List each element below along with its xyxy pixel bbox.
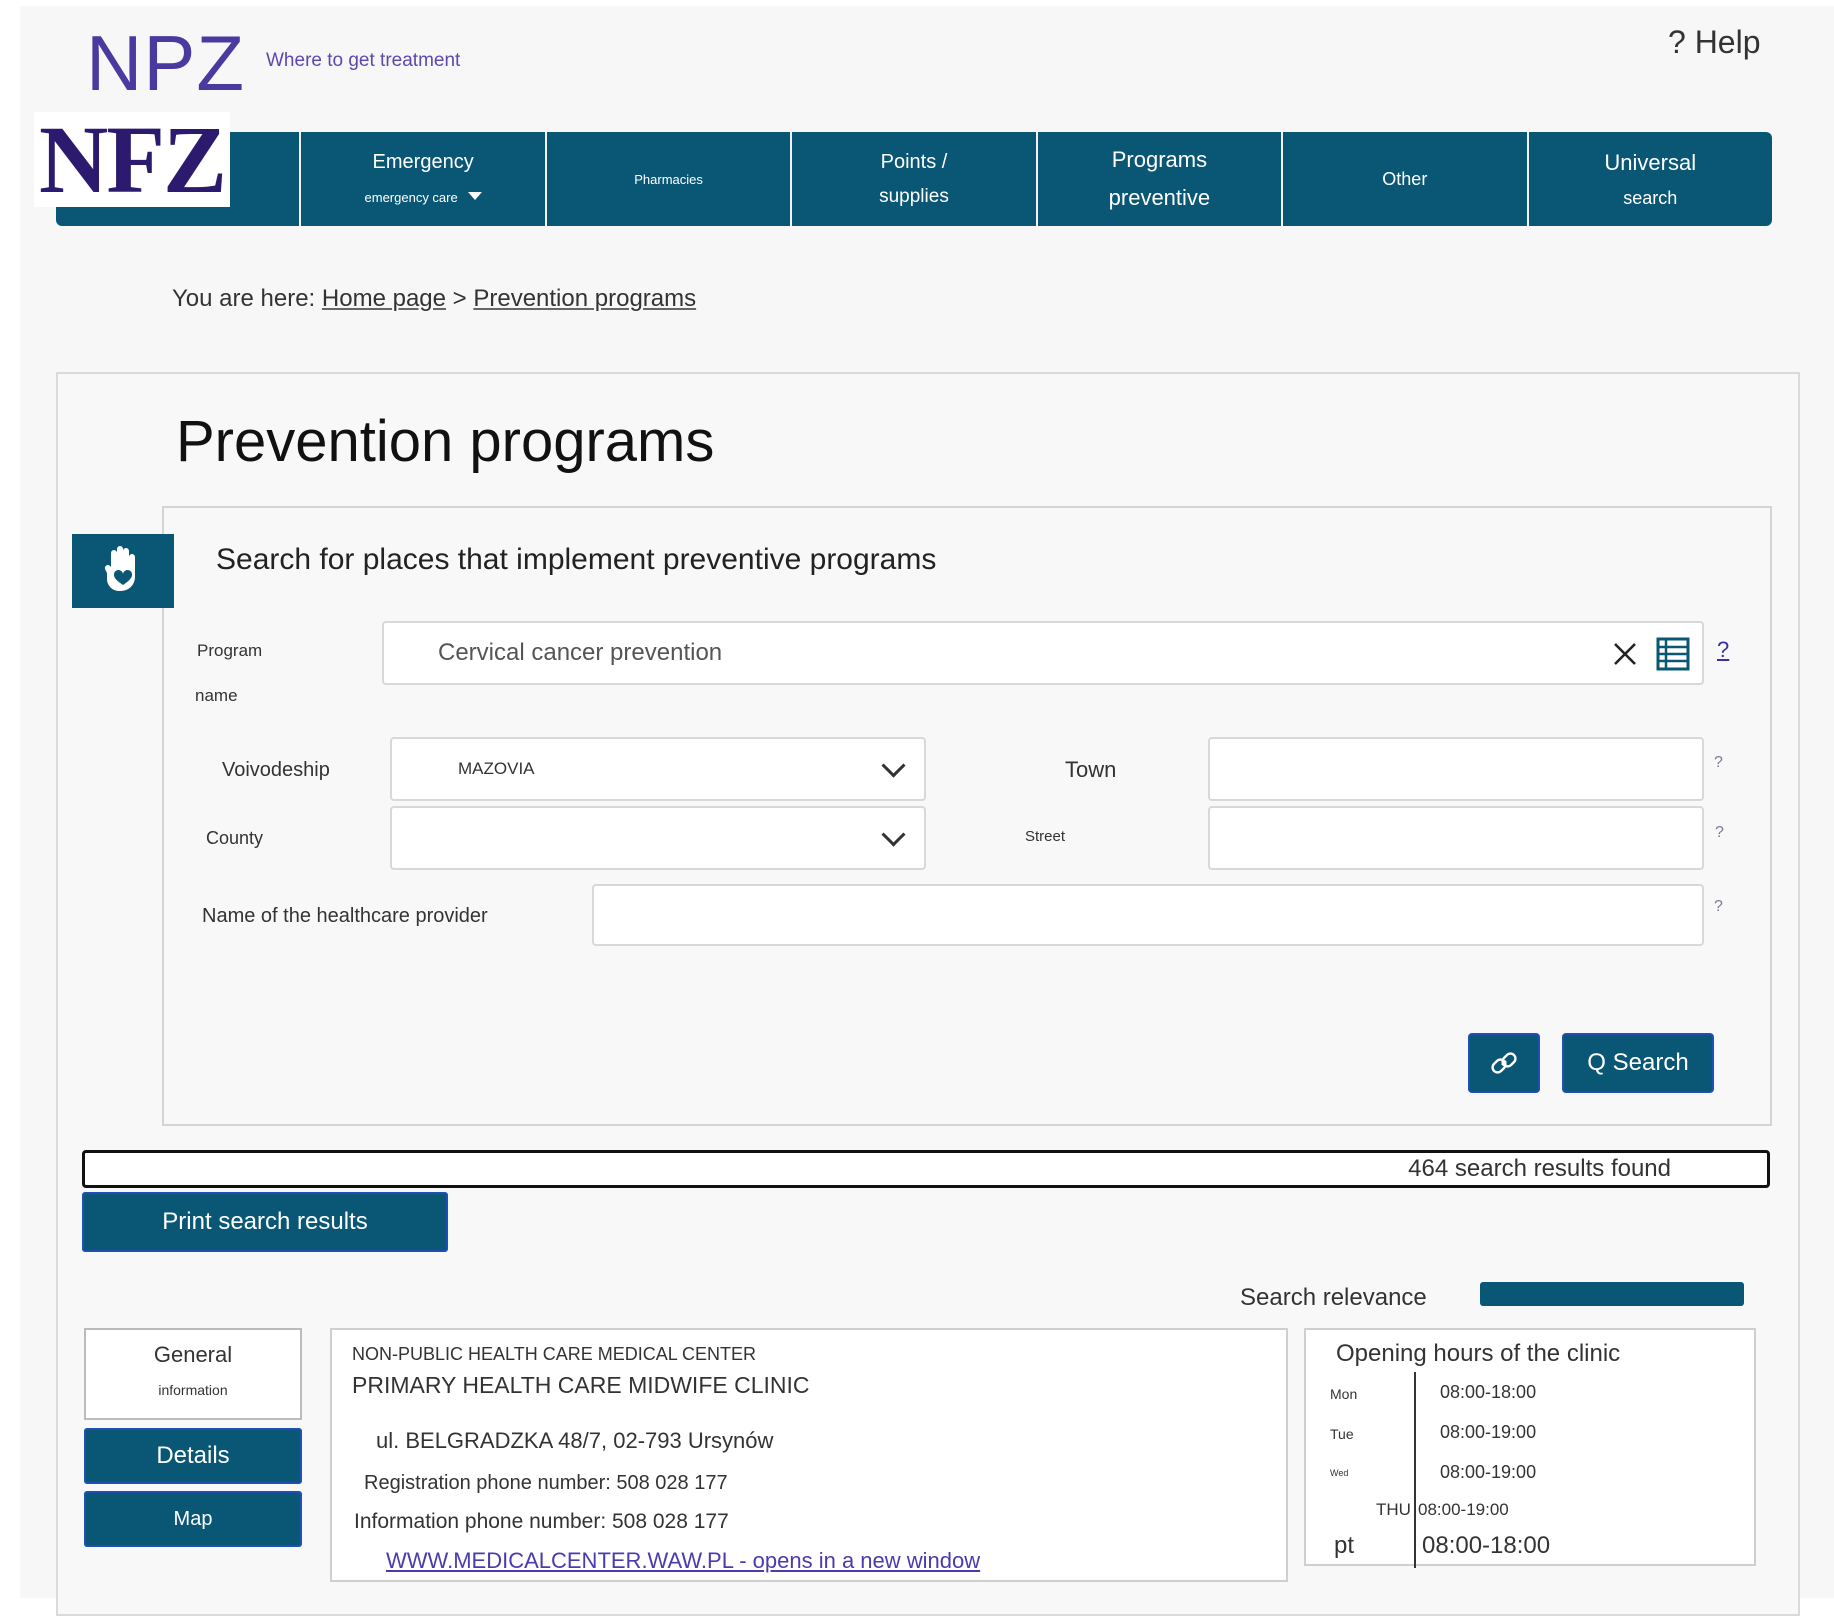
main-nav: Emergency emergency care Pharmacies Poin… xyxy=(56,132,1772,226)
nav-item-pharmacies[interactable]: Pharmacies xyxy=(547,132,793,226)
brand-tagline: Where to get treatment xyxy=(266,50,461,71)
breadcrumb-prefix: You are here: xyxy=(172,285,316,312)
search-heading: Search for places that implement prevent… xyxy=(216,543,937,576)
hand-icon xyxy=(72,534,174,608)
clinic-info-card: NON-PUBLIC HEALTH CARE MEDICAL CENTER PR… xyxy=(330,1328,1288,1582)
results-count: 464 search results found xyxy=(1408,1155,1671,1182)
tab-general-information[interactable]: General information xyxy=(84,1328,302,1420)
nav-item-universal-search[interactable]: Universal search xyxy=(1529,132,1772,226)
caret-down-icon xyxy=(467,192,482,201)
hours-time: 08:00-19:00 xyxy=(1418,1500,1509,1519)
street-field[interactable] xyxy=(1208,806,1704,870)
nav-sublabel: emergency care xyxy=(364,189,458,205)
logo-text: NFZ xyxy=(39,105,227,213)
help-mark[interactable]: ? xyxy=(1717,637,1729,663)
breadcrumb-home-link[interactable]: Home page xyxy=(322,285,446,312)
nav-item-programs[interactable]: Programs preventive xyxy=(1038,132,1284,226)
relevance-bar xyxy=(1480,1282,1744,1306)
nav-label: Emergency xyxy=(372,150,474,173)
tab-details[interactable]: Details xyxy=(84,1428,302,1484)
print-results-button[interactable]: Print search results xyxy=(82,1192,448,1252)
hours-time: 08:00-18:00 xyxy=(1440,1382,1537,1402)
nav-sublabel: search xyxy=(1623,187,1678,208)
breadcrumb: You are here: Home page > Prevention pro… xyxy=(172,285,696,313)
tab-sublabel: information xyxy=(158,1382,228,1398)
nav-label: Programs xyxy=(1111,147,1208,172)
help-mark[interactable]: ? xyxy=(1715,824,1724,842)
brand-name: NPZ xyxy=(86,19,245,107)
breadcrumb-separator: > xyxy=(452,285,467,312)
list-icon[interactable] xyxy=(1656,637,1690,671)
nfz-logo[interactable]: NFZ xyxy=(34,105,230,213)
hours-day: Mon xyxy=(1330,1386,1358,1402)
nav-label: Points / xyxy=(880,150,948,173)
nav-item-other[interactable]: Other xyxy=(1283,132,1529,226)
nav-sublabel: preventive xyxy=(1108,185,1211,210)
tab-label: General xyxy=(153,1342,233,1367)
hours-time: 08:00-19:00 xyxy=(1440,1422,1537,1442)
hours-title: Opening hours of the clinic xyxy=(1336,1340,1621,1367)
nav-label: Universal xyxy=(1604,149,1697,175)
page-title: Prevention programs xyxy=(176,409,715,474)
help-mark[interactable]: ? xyxy=(1714,754,1723,772)
registration-phone: Registration phone number: 508 028 177 xyxy=(364,1472,728,1494)
link-icon xyxy=(1491,1052,1517,1074)
county-label: County xyxy=(206,828,264,848)
nav-item-points[interactable]: Points / supplies xyxy=(792,132,1038,226)
hours-day: THU xyxy=(1376,1500,1411,1519)
search-button[interactable]: Q Search xyxy=(1562,1033,1714,1093)
clinic-website-link[interactable]: WWW.MEDICALCENTER.WAW.PL - opens in a ne… xyxy=(386,1548,980,1574)
clinic-address: ul. BELGRADZKA 48/7, 02-793 Ursynów xyxy=(376,1428,774,1453)
clinic-name: PRIMARY HEALTH CARE MIDWIFE CLINIC xyxy=(352,1372,810,1398)
hours-time: 08:00-18:00 xyxy=(1422,1532,1551,1559)
nav-sublabel: supplies xyxy=(879,185,949,207)
voivodeship-value: MAZOVIA xyxy=(458,759,535,778)
nav-label: Pharmacies xyxy=(634,171,703,187)
program-label: Program xyxy=(197,641,263,660)
street-label: Street xyxy=(1025,828,1066,845)
relevance-label: Search relevance xyxy=(1240,1284,1427,1311)
hours-day: pt xyxy=(1334,1532,1355,1559)
town-label: Town xyxy=(1065,757,1117,782)
chevron-down-icon xyxy=(881,822,906,847)
nav-item-emergency[interactable]: Emergency emergency care xyxy=(301,132,547,226)
hours-time: 08:00-19:00 xyxy=(1440,1462,1537,1482)
results-count-bar: 464 search results found xyxy=(82,1150,1770,1188)
provider-field[interactable] xyxy=(592,884,1704,946)
copy-link-button[interactable] xyxy=(1468,1033,1540,1093)
opening-hours-card: Opening hours of the clinic Mon 08:00-18… xyxy=(1304,1328,1756,1568)
close-icon[interactable] xyxy=(1612,641,1638,667)
hours-day: Wed xyxy=(1330,1468,1349,1478)
voivodeship-label: Voivodeship xyxy=(222,759,330,781)
program-label-2: name xyxy=(195,686,238,705)
program-name-field[interactable]: Cervical cancer prevention xyxy=(382,621,1704,685)
program-name-value: Cervical cancer prevention xyxy=(438,639,723,666)
voivodeship-select[interactable]: MAZOVIA xyxy=(390,737,926,801)
hours-divider xyxy=(1414,1372,1416,1568)
help-mark[interactable]: ? xyxy=(1714,898,1723,916)
hours-day: Tue xyxy=(1330,1426,1354,1442)
help-link[interactable]: ? Help xyxy=(1668,24,1761,61)
chevron-down-icon xyxy=(881,753,906,778)
provider-label: Name of the healthcare provider xyxy=(202,905,488,927)
county-select[interactable] xyxy=(390,806,926,870)
clinic-type: NON-PUBLIC HEALTH CARE MEDICAL CENTER xyxy=(352,1344,757,1364)
tab-map[interactable]: Map xyxy=(84,1491,302,1547)
breadcrumb-current-link[interactable]: Prevention programs xyxy=(473,285,696,312)
information-phone: Information phone number: 508 028 177 xyxy=(354,1510,729,1533)
town-field[interactable] xyxy=(1208,737,1704,801)
nav-label: Other xyxy=(1382,168,1428,189)
